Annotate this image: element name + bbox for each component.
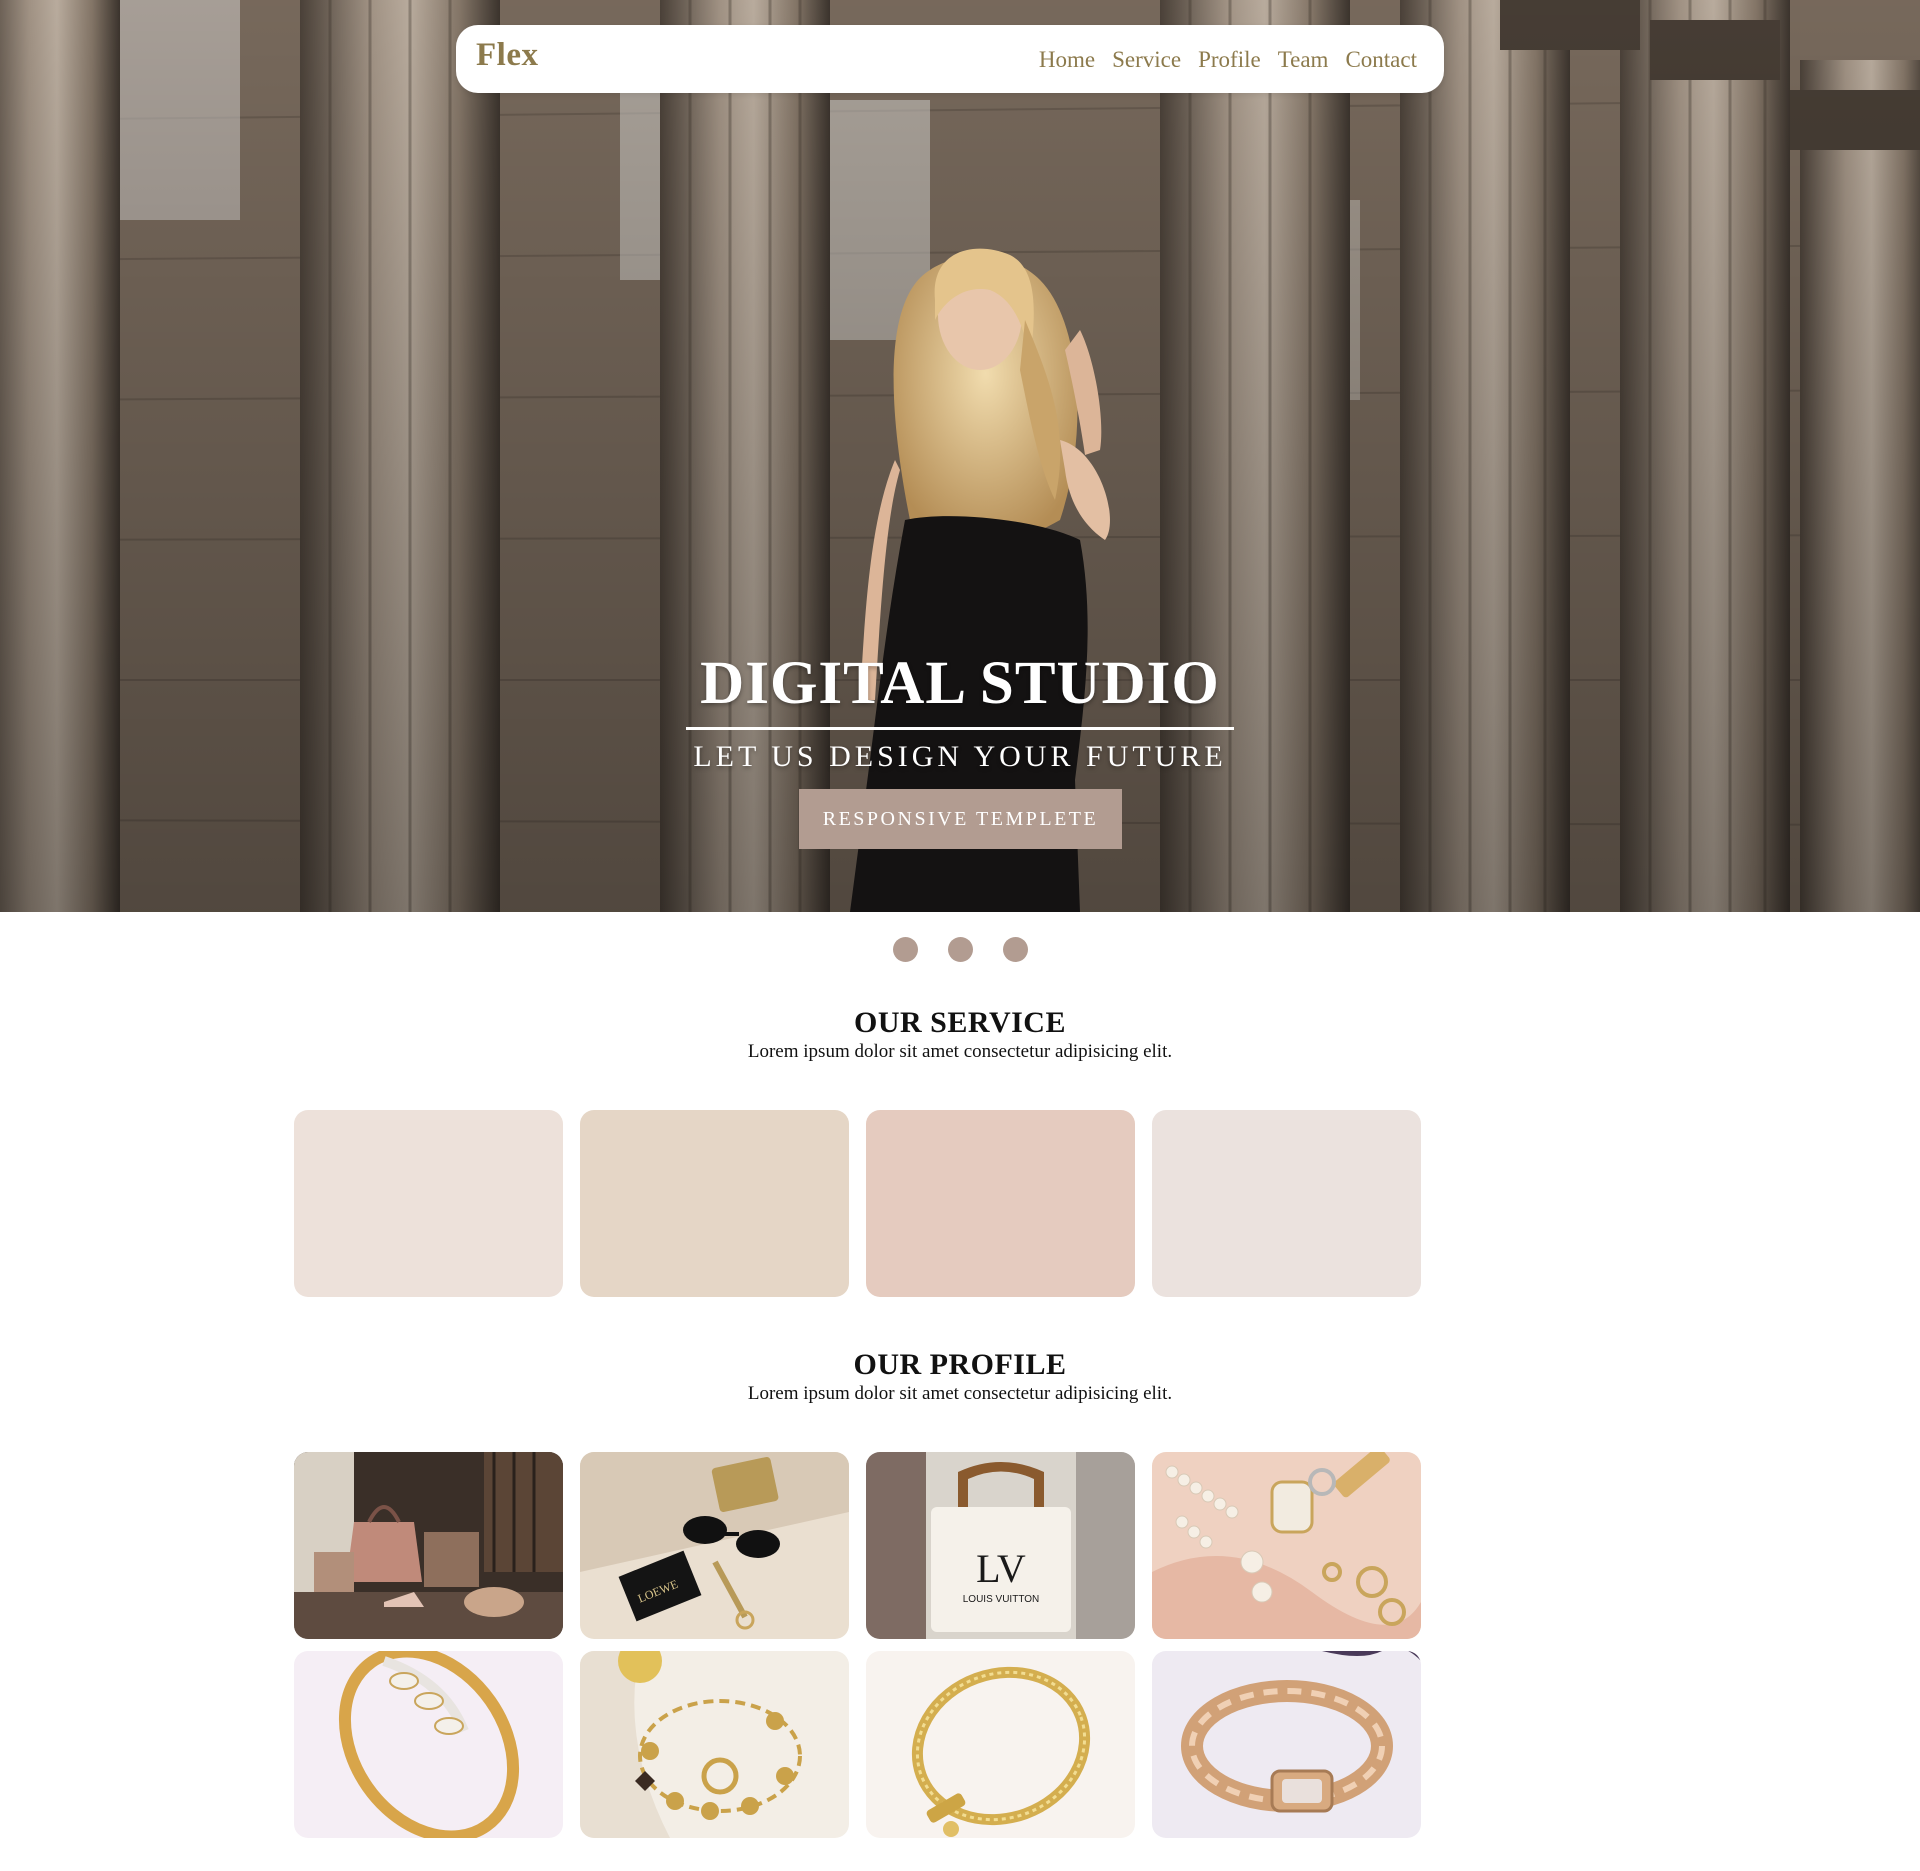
gallery-image-boutique-bags[interactable] [294,1452,563,1639]
hero-title: DIGITAL STUDIO [686,650,1234,731]
hero-subtitle: LET US DESIGN YOUR FUTURE [693,740,1227,774]
profile-header: OUR PROFILE Lorem ipsum dolor sit amet c… [0,1347,1920,1405]
gallery-image-gold-bangle[interactable] [294,1651,563,1838]
service-card-1[interactable] [294,1110,563,1297]
hero-text-block: DIGITAL STUDIO LET US DESIGN YOUR FUTURE [0,650,1920,774]
nav-links: Home Service Profile Team Contact [1039,47,1417,73]
service-title: OUR SERVICE [854,1006,1066,1039]
profile-subtitle: Lorem ipsum dolor sit amet consectetur a… [747,1383,1173,1404]
nav-link-profile[interactable]: Profile [1198,47,1261,73]
slider-dots [0,937,1920,962]
nav-link-team[interactable]: Team [1278,47,1329,73]
gallery-image-louis-vuitton-bag[interactable]: LV LOUIS VUITTON [866,1452,1135,1639]
service-card-4[interactable] [1152,1110,1421,1297]
slider-dot-3[interactable] [1002,937,1028,962]
service-card-2[interactable] [580,1110,849,1297]
nav-link-home[interactable]: Home [1039,47,1095,73]
gallery-image-loewe-accessories[interactable]: LOEWE [580,1452,849,1639]
slider-dot-1[interactable] [892,937,918,962]
gallery-image-buckle-bracelet[interactable] [1152,1651,1421,1838]
service-cards [294,1110,1422,1297]
navbar: Flex Home Service Profile Team Contact [456,25,1444,93]
service-card-3[interactable] [866,1110,1135,1297]
responsive-template-button[interactable]: RESPONSIVE TEMPLETE [799,789,1122,849]
service-subtitle: Lorem ipsum dolor sit amet consectetur a… [747,1041,1173,1062]
gallery-image-charm-bracelet[interactable] [580,1651,849,1838]
brand-logo[interactable]: Flex [476,37,538,74]
slider-dot-2[interactable] [947,937,973,962]
profile-title: OUR PROFILE [853,1348,1067,1381]
hero-banner: Flex Home Service Profile Team Contact D… [0,0,1920,912]
lv-logo: LV [976,1546,1026,1591]
gallery-image-pearl-jewelry[interactable] [1152,1452,1421,1639]
service-header: OUR SERVICE Lorem ipsum dolor sit amet c… [0,1005,1920,1063]
gallery-image-cable-bracelet[interactable] [866,1651,1135,1838]
nav-link-service[interactable]: Service [1112,47,1181,73]
profile-gallery: LOEWE LV LOUIS VUITTON [294,1452,1422,1838]
nav-link-contact[interactable]: Contact [1345,47,1417,73]
hero-background-image [0,0,1920,912]
louis-vuitton-label: LOUIS VUITTON [963,1594,1040,1605]
